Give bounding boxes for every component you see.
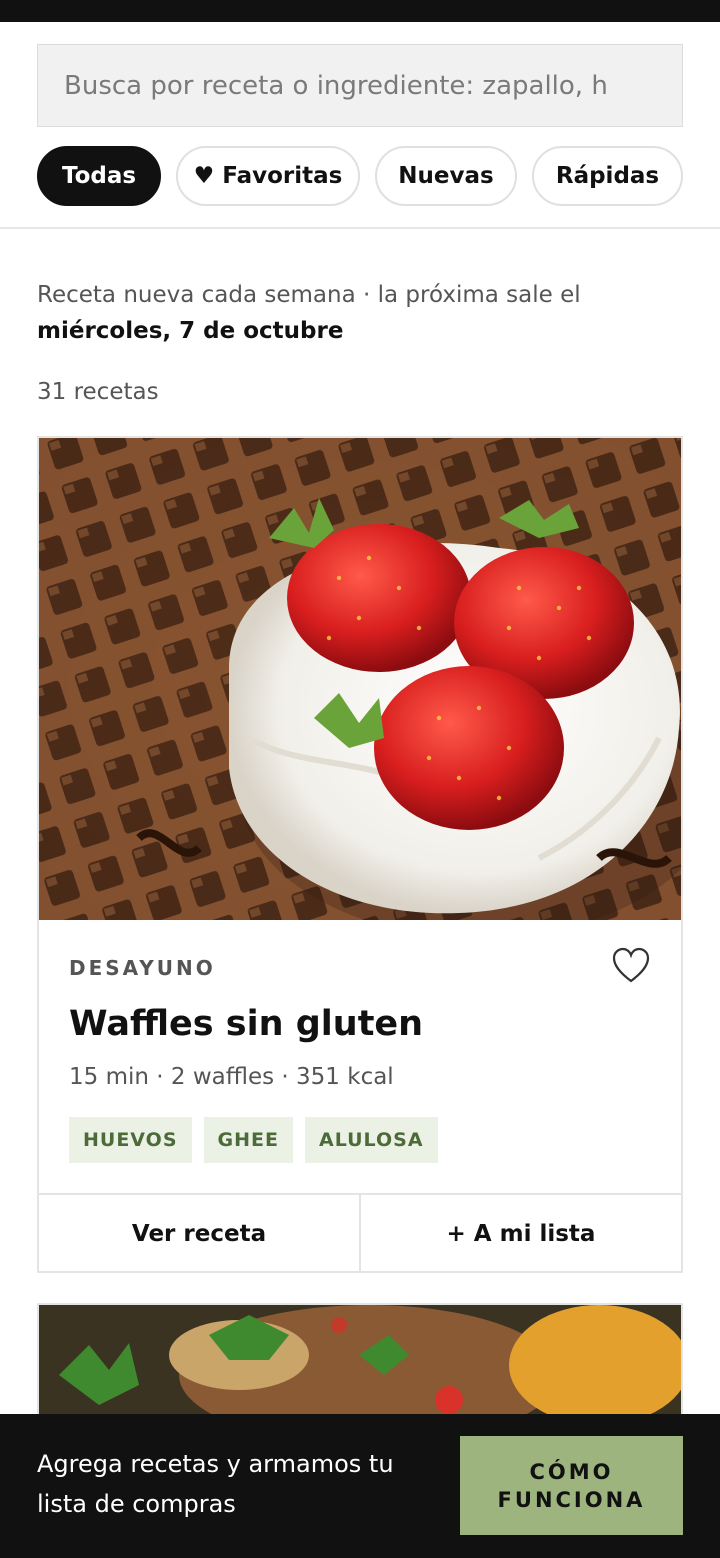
next-recipe-photo xyxy=(39,1305,681,1423)
recipe-meta: 15 min · 2 waffles · 351 kcal xyxy=(69,1064,394,1090)
view-recipe-button[interactable]: Ver receta xyxy=(39,1195,359,1273)
filter-todas[interactable]: Todas xyxy=(37,146,161,206)
divider xyxy=(0,227,720,229)
ingredient-tag: HUEVOS xyxy=(69,1117,192,1163)
how-it-works-button[interactable]: CÓMO FUNCIONA xyxy=(460,1436,683,1535)
next-release-date: miércoles, 7 de octubre xyxy=(37,318,344,344)
search-input[interactable] xyxy=(38,45,682,126)
heart-outline-icon[interactable] xyxy=(611,946,651,986)
ingredient-tags: HUEVOS GHEE ALULOSA xyxy=(69,1117,438,1163)
ingredient-tag: GHEE xyxy=(203,1117,293,1163)
recipe-card: DESAYUNO Waffles sin gluten 15 min · 2 w… xyxy=(37,436,683,1273)
search-box[interactable] xyxy=(37,44,683,127)
add-to-list-button[interactable]: + A mi lista xyxy=(359,1195,681,1273)
filter-favoritas[interactable]: ♥ Favoritas xyxy=(176,146,360,206)
waffle-strawberry-photo xyxy=(39,438,681,920)
banner-text: Agrega recetas y armamos tu lista de com… xyxy=(37,1450,394,1518)
recipe-count: 31 recetas xyxy=(37,379,159,405)
ingredient-tag: ALULOSA xyxy=(304,1117,438,1163)
recipe-image[interactable] xyxy=(39,438,681,920)
recipe-card-next[interactable] xyxy=(37,1303,683,1423)
filter-nuevas[interactable]: Nuevas xyxy=(375,146,517,206)
status-bar xyxy=(0,0,720,22)
schedule-text: Receta nueva cada semana · la próxima sa… xyxy=(37,282,581,308)
bottom-banner: Agrega recetas y armamos tu lista de com… xyxy=(0,1414,720,1558)
card-actions: Ver receta + A mi lista xyxy=(39,1193,681,1273)
recipe-title[interactable]: Waffles sin gluten xyxy=(69,1004,423,1044)
recipe-info: DESAYUNO Waffles sin gluten 15 min · 2 w… xyxy=(39,920,681,1193)
recipe-category: DESAYUNO xyxy=(69,956,216,980)
filter-rapidas[interactable]: Rápidas xyxy=(532,146,683,206)
filter-chips: Todas ♥ Favoritas Nuevas Rápidas xyxy=(37,146,683,206)
